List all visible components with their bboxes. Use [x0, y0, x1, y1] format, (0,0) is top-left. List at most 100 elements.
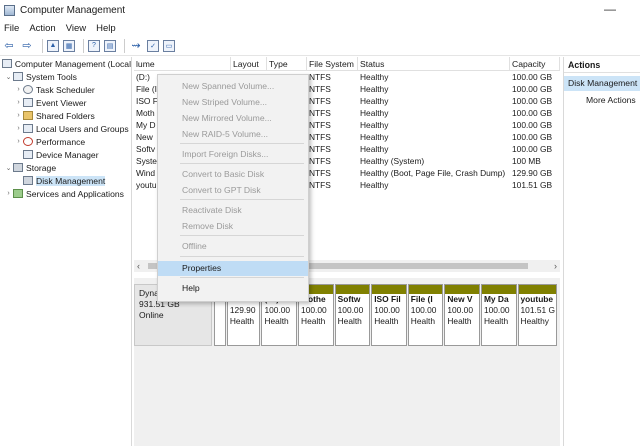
partition-block[interactable]: My Da 100.00 Health — [480, 284, 517, 346]
volume-fs-cell: NTFS — [309, 144, 331, 154]
partition-size: 100.00 — [337, 305, 364, 315]
tree-item-performance[interactable]: › Performance — [0, 135, 131, 148]
menu-bar: File Action View Help — [0, 20, 640, 36]
list-view-icon[interactable]: ▤ — [104, 39, 116, 52]
tree-item-computer-management[interactable]: Computer Management (Local — [0, 57, 131, 70]
volume-status-cell: Healthy (Boot, Page File, Crash Dump) — [360, 168, 506, 178]
tree-item-label: Storage — [26, 162, 57, 173]
partition-status: Health — [447, 316, 472, 326]
partition-size: 100.00 — [410, 305, 437, 315]
tree-item-label: Event Viewer — [36, 97, 87, 108]
scroll-left-icon[interactable]: ‹ — [137, 261, 140, 271]
tree-item-services-applications[interactable]: › Services and Applications — [0, 187, 131, 200]
partition-size: 100.00 — [447, 305, 473, 315]
scroll-right-icon[interactable]: › — [554, 261, 557, 271]
tree-item-shared-folders[interactable]: › Shared Folders — [0, 109, 131, 122]
partition-status: Health — [301, 316, 326, 326]
chevron-right-icon[interactable]: › — [14, 99, 23, 106]
menu-item-new-mirrored-volume: New Mirrored Volume... — [182, 113, 272, 123]
computer-icon — [2, 59, 12, 68]
forward-arrow-icon[interactable]: ⇨ — [20, 39, 34, 53]
menu-item-new-raid5-volume: New RAID-5 Volume... — [182, 129, 268, 139]
partition-status: Health — [337, 316, 362, 326]
show-hide-tree-icon[interactable]: ▦ — [63, 39, 75, 52]
menu-action[interactable]: Action — [29, 23, 55, 34]
minimize-button[interactable]: — — [604, 2, 616, 16]
volume-fs-cell: NTFS — [309, 156, 331, 166]
column-header-layout[interactable]: Layout — [231, 57, 267, 70]
menu-separator — [180, 163, 304, 164]
menu-item-help[interactable]: Help — [158, 281, 308, 296]
partition-size: 100.00 — [264, 305, 291, 315]
disk-graphical-pane: Dynamic 931.51 GB Online Windo129.90Heal… — [134, 278, 560, 446]
up-folder-icon[interactable]: ▲ — [47, 39, 59, 52]
tree-item-device-manager[interactable]: Device Manager — [0, 148, 131, 161]
volume-status-cell: Healthy — [360, 144, 389, 154]
tree-item-event-viewer[interactable]: › Event Viewer — [0, 96, 131, 109]
connect-icon[interactable]: ⇝ — [129, 39, 143, 53]
chevron-right-icon[interactable]: › — [4, 190, 13, 197]
column-header-volume[interactable]: lume — [134, 57, 231, 70]
chevron-right-icon[interactable]: › — [14, 86, 23, 93]
volume-capacity-cell: 100.00 GB — [512, 120, 553, 130]
title-bar: Computer Management — — [0, 0, 640, 20]
tree-item-storage[interactable]: ⌄ Storage — [0, 161, 131, 174]
back-arrow-icon[interactable]: ⇦ — [2, 39, 16, 53]
volume-capacity-cell: 100.00 GB — [512, 84, 553, 94]
actions-disk-management[interactable]: Disk Management — [564, 76, 640, 91]
partition-name: Softw — [337, 294, 361, 304]
disk-icon — [23, 176, 33, 185]
volume-capacity-cell: 100.00 GB — [512, 144, 553, 154]
column-header-file-system[interactable]: File System — [307, 57, 358, 70]
partition-color-bar — [372, 285, 406, 294]
tree-item-task-scheduler[interactable]: › Task Scheduler — [0, 83, 131, 96]
menu-item-convert-to-basic-disk: Convert to Basic Disk — [182, 169, 265, 179]
menu-separator — [180, 199, 304, 200]
menu-item-convert-to-gpt-disk: Convert to GPT Disk — [182, 185, 261, 195]
more-actions-link[interactable]: More Actions — [564, 93, 640, 108]
menu-file[interactable]: File — [4, 23, 19, 34]
volume-fs-cell: NTFS — [309, 180, 331, 190]
tree-item-disk-management[interactable]: Disk Management — [0, 174, 131, 187]
disk-properties-icon[interactable]: ▭ — [163, 39, 175, 52]
partition-status: Health — [229, 316, 255, 326]
chevron-right-icon[interactable]: › — [14, 112, 23, 119]
tree-item-label: Services and Applications — [26, 188, 124, 199]
tree-item-system-tools[interactable]: ⌄ System Tools — [0, 70, 131, 83]
device-manager-icon — [23, 150, 33, 159]
column-header-status[interactable]: Status — [358, 57, 510, 70]
menu-view[interactable]: View — [66, 23, 86, 34]
menu-item-properties[interactable]: Properties — [158, 261, 308, 276]
volume-capacity-cell: 100.00 GB — [512, 72, 553, 82]
partition-block[interactable]: youtube 101.51 G Healthy — [517, 284, 558, 346]
disk-state: Online — [139, 310, 164, 320]
tree-item-local-users[interactable]: › Local Users and Groups — [0, 122, 131, 135]
partition-block[interactable]: ISO Fil 100.00 Health — [371, 284, 407, 346]
performance-icon — [23, 137, 33, 146]
navigation-tree: Computer Management (Local ⌄ System Tool… — [0, 57, 132, 446]
volume-fs-cell: NTFS — [309, 120, 331, 130]
chevron-right-icon[interactable]: › — [14, 125, 23, 132]
partition-status: Health — [374, 316, 399, 326]
checklist-icon[interactable]: ✓ — [147, 39, 159, 52]
event-viewer-icon — [23, 98, 33, 107]
toolbar: ⇦ ⇨ ▲ ▦ ? ▤ ⇝ ✓ ▭ — [0, 36, 640, 56]
partition-block[interactable]: New V 100.00 Health — [444, 284, 480, 346]
volume-capacity-cell: 100.00 GB — [512, 96, 553, 106]
column-header-capacity[interactable]: Capacity — [510, 57, 560, 70]
partition-block[interactable]: Softw 100.00 Health — [334, 284, 371, 346]
menu-separator — [180, 235, 304, 236]
help-book-icon[interactable]: ? — [88, 39, 100, 52]
column-header-type[interactable]: Type — [267, 57, 307, 70]
tree-item-label: Computer Management (Local — [14, 58, 131, 69]
tree-item-label: Task Scheduler — [36, 84, 95, 95]
partition-name: youtube — [520, 294, 554, 304]
chevron-down-icon[interactable]: ⌄ — [4, 73, 13, 81]
chevron-down-icon[interactable]: ⌄ — [4, 164, 13, 172]
menu-help[interactable]: Help — [96, 23, 116, 34]
actions-header: Actions — [564, 57, 640, 73]
clock-icon — [23, 85, 33, 94]
chevron-right-icon[interactable]: › — [14, 138, 23, 145]
partition-name: My Da — [483, 294, 509, 304]
partition-block[interactable]: File (I 100.00 Health — [407, 284, 444, 346]
